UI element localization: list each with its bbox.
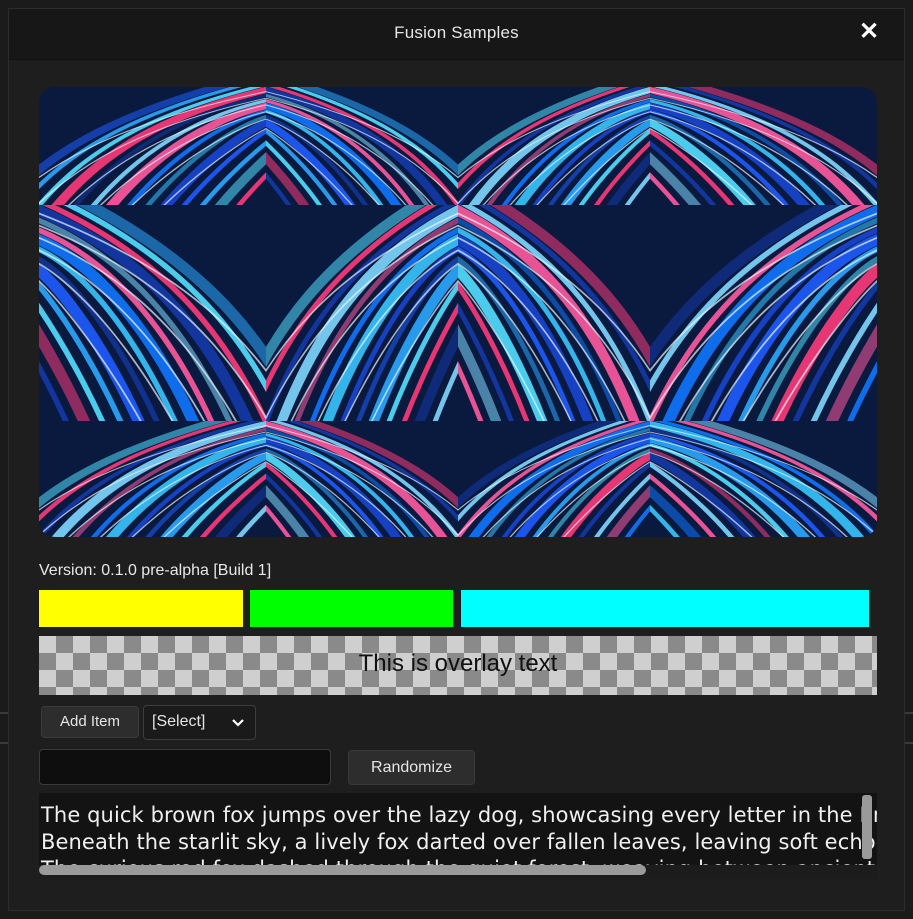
overlay-panel: This is overlay text — [39, 636, 877, 695]
text-line: Beneath the starlit sky, a lively fox da… — [41, 830, 877, 854]
image-tile — [458, 421, 650, 537]
image-tile — [650, 205, 877, 421]
chevron-down-icon — [232, 719, 244, 727]
image-tile — [458, 205, 650, 421]
add-item-button[interactable]: Add Item — [41, 706, 139, 738]
light-streaks-image — [39, 87, 877, 537]
image-tile — [266, 205, 458, 421]
image-tile — [39, 205, 266, 421]
image-tile — [266, 87, 458, 205]
window-title: Fusion Samples — [394, 23, 519, 42]
image-tile — [650, 87, 877, 205]
item-select-dropdown[interactable]: [Select] — [143, 705, 256, 740]
green-color-bar — [250, 590, 453, 627]
vertical-scrollbar-thumb[interactable] — [862, 795, 872, 859]
image-tile — [266, 421, 458, 537]
overlay-text: This is overlay text — [358, 650, 558, 677]
title-bar[interactable]: Fusion Samples ✕ — [9, 9, 904, 60]
close-icon[interactable]: ✕ — [856, 18, 882, 46]
image-tile — [39, 421, 266, 537]
image-tile — [650, 421, 877, 537]
cyan-color-bar — [461, 590, 869, 627]
text-line: The quick brown fox jumps over the lazy … — [41, 803, 877, 827]
text-input-field[interactable] — [39, 749, 331, 785]
select-value: [Select] — [152, 713, 206, 730]
image-tile — [39, 87, 266, 205]
yellow-color-bar — [39, 590, 243, 627]
fusion-samples-window: Fusion Samples ✕ Version: 0.1.0 pre-alph… — [8, 8, 905, 911]
horizontal-scrollbar-thumb[interactable] — [39, 865, 646, 875]
randomize-button[interactable]: Randomize — [348, 750, 475, 785]
image-tile — [458, 87, 650, 205]
version-label: Version: 0.1.0 pre-alpha [Build 1] — [39, 562, 272, 579]
